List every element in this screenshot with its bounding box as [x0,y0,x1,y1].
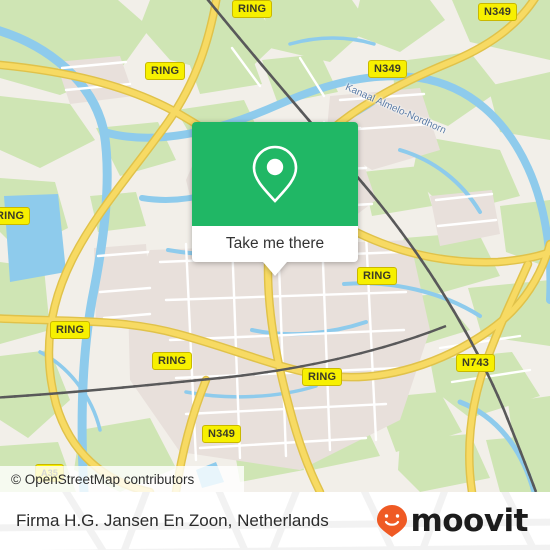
moovit-map-screen: RING RING N349 N349 RING RING RING RING … [0,0,550,550]
road-shield: RING [152,352,193,370]
road-shield: N743 [456,354,496,372]
map-canvas[interactable]: RING RING N349 N349 RING RING RING RING … [0,0,550,492]
take-me-there-label: Take me there [225,235,325,252]
road-shield: RING [302,368,343,386]
map-pin-icon [252,145,298,203]
road-shield: N349 [368,60,408,78]
place-name: Firma H.G. Jansen En Zoon, Netherlands [16,511,329,530]
road-shield: N349 [202,425,242,443]
map-attribution[interactable]: © OpenStreetMap contributors [0,466,244,492]
popup-header [192,122,358,226]
moovit-wordmark: moovit [410,502,528,539]
road-shield: RING [357,267,398,285]
bottom-info-bar: Firma H.G. Jansen En Zoon, Netherlands m… [0,492,550,550]
road-shield: N349 [478,3,518,21]
road-shield: RING [232,0,273,18]
moovit-pin-icon [377,505,408,537]
attribution-text: © OpenStreetMap contributors [11,471,195,487]
popup-action-bar[interactable]: Take me there [192,226,358,276]
road-shield: RING [0,207,31,225]
moovit-logo: moovit [376,504,528,538]
location-popup-card[interactable]: Take me there [192,122,358,276]
popup-tail [263,262,287,276]
road-shield: RING [145,62,186,80]
road-shield: RING [50,321,91,339]
